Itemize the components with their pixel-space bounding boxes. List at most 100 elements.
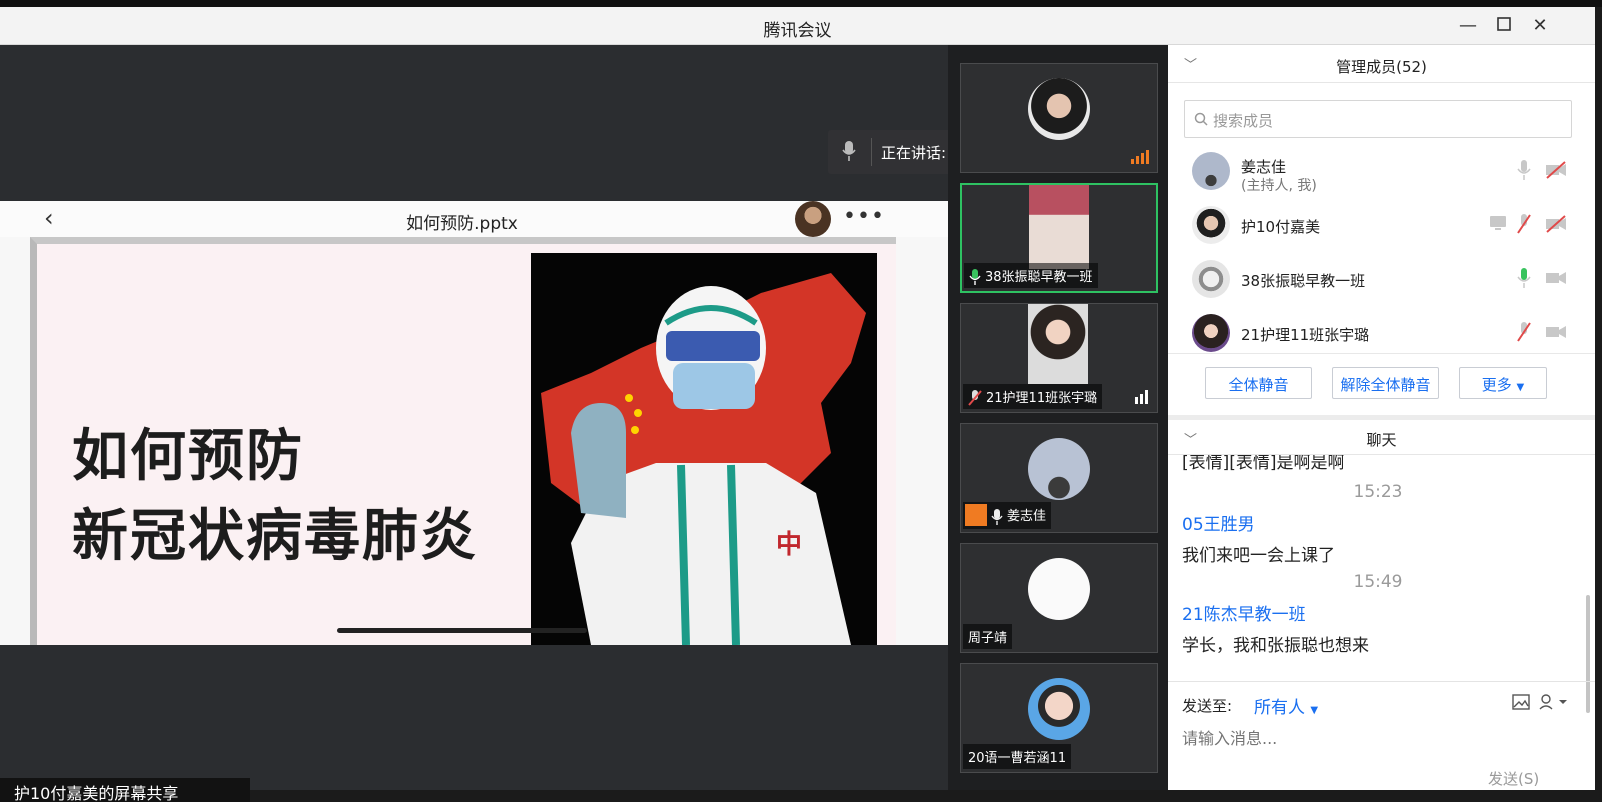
chat-header: ﹀ 聊天: [1168, 415, 1595, 455]
camera-icon[interactable]: [1545, 322, 1567, 342]
participant-name: 周子靖: [963, 624, 1013, 649]
slide-progress-bar[interactable]: [337, 628, 587, 633]
title-bar: 腾讯会议 — ✕: [0, 7, 1595, 45]
chat-messages: [表情][表情]是啊是啊 15:23 05王胜男 我们来吧一会上课了 15:49…: [1168, 455, 1595, 681]
participant-video: [1029, 185, 1089, 269]
members-header: ﹀ 管理成员(52): [1168, 45, 1595, 83]
participant-name-text: 姜志佳: [1007, 509, 1047, 524]
participant-avatar: [1028, 558, 1090, 620]
microphone-muted-icon[interactable]: [1517, 322, 1531, 342]
chat-compose: 发送至: 所有人 ▼ 发送(S): [1168, 681, 1595, 790]
minimize-button[interactable]: —: [1457, 15, 1479, 37]
microphone-icon[interactable]: [1517, 160, 1531, 180]
chat-message: 我们来吧一会上课了: [1182, 546, 1335, 566]
signal-strength-icon: [1131, 150, 1149, 164]
chat-sender: 21陈杰早教一班: [1182, 605, 1306, 625]
screen-share-area: ‹ 如何预防.pptx ••• 如何预防 新冠状病毒肺炎 中 正在讲话: 护10…: [0, 45, 1134, 802]
member-actions: 全体静音 解除全体静音 更多 ▼: [1168, 353, 1595, 413]
more-button[interactable]: 更多 ▼: [1459, 367, 1547, 399]
image-icon[interactable]: [1512, 694, 1530, 710]
participant-avatar: [1028, 678, 1090, 740]
chat-title: 聊天: [1366, 431, 1397, 449]
video-tile[interactable]: 周子靖: [960, 543, 1158, 653]
slide-heading-line1: 如何预防: [72, 424, 304, 489]
participant-name: 姜志佳: [963, 502, 1052, 529]
participant-name-text: 38张振聪早教一班: [985, 269, 1093, 285]
participant-name: 38张振聪早教一班: [964, 262, 1098, 288]
desktop-strip: [0, 0, 1602, 7]
presenter-avatar: [795, 201, 831, 237]
more-options-icon[interactable]: •••: [843, 204, 885, 229]
divider: [871, 138, 872, 166]
chat-timestamp: 15:49: [1353, 572, 1403, 592]
svg-text:中: 中: [776, 530, 802, 560]
participant-avatar: [1028, 78, 1090, 140]
participant-selector-icon[interactable]: [1539, 694, 1567, 710]
participant-avatar: [1028, 438, 1090, 500]
video-gallery: 38张振聪早教一班 21护理11班张宇璐 姜志佳 周子靖 20语一曹若涵11: [948, 45, 1168, 790]
video-tile[interactable]: [960, 63, 1158, 173]
screen-share-badge: 护10付嘉美的屏幕共享: [0, 778, 250, 802]
send-to-value: 所有人: [1254, 698, 1305, 718]
window-title: 腾讯会议: [763, 21, 832, 41]
maximize-icon: [1497, 17, 1511, 31]
participant-video: [1028, 304, 1088, 384]
member-row[interactable]: 38张振聪早教一班: [1168, 253, 1595, 307]
member-row[interactable]: 姜志佳 (主持人, 我): [1168, 145, 1595, 199]
more-button-label: 更多: [1481, 376, 1512, 394]
participant-name: 21护理11班张宇璐: [963, 383, 1103, 409]
chat-timestamp: 15:23: [1353, 482, 1403, 502]
video-tile[interactable]: 20语一曹若涵11: [960, 663, 1158, 773]
member-name: 38张振聪早教一班: [1241, 272, 1366, 290]
send-to-label: 发送至:: [1182, 697, 1233, 715]
microphone-icon: [842, 141, 856, 161]
chat-input[interactable]: [1182, 726, 1572, 750]
host-icon: [965, 504, 987, 526]
member-avatar: [1192, 152, 1230, 190]
slide-heading-line2: 新冠状病毒肺炎: [72, 504, 478, 569]
maximize-button[interactable]: [1493, 15, 1515, 37]
file-name: 如何预防.pptx: [406, 214, 518, 234]
chat-sender: 05王胜男: [1182, 515, 1255, 535]
microphone-muted-icon[interactable]: [1517, 214, 1531, 234]
search-placeholder: 搜索成员: [1213, 112, 1274, 130]
video-tile[interactable]: 21护理11班张宇璐: [960, 303, 1158, 413]
side-panel: ﹀ 管理成员(52) 搜索成员 姜志佳 (主持人, 我) 护10付嘉美 38张振…: [1168, 45, 1595, 790]
slide-toolbar: ‹ 如何预防.pptx •••: [0, 201, 948, 237]
signal-strength-icon: [1135, 390, 1148, 404]
unmute-all-button[interactable]: 解除全体静音: [1332, 367, 1439, 399]
microphone-on-icon[interactable]: [1517, 268, 1531, 288]
meeting-window: 腾讯会议 — ✕ ‹ 如何预防.pptx ••• 如何预防 新冠状病毒肺炎 中 …: [0, 7, 1595, 802]
dropdown-arrow-icon: ▼: [1310, 705, 1319, 716]
member-avatar: [1192, 314, 1230, 352]
send-to-select[interactable]: 所有人 ▼: [1254, 693, 1318, 718]
member-role: (主持人, 我): [1241, 178, 1317, 194]
video-tile-active-speaker[interactable]: 38张振聪早教一班: [960, 183, 1158, 293]
participant-name: 20语一曹若涵11: [963, 744, 1072, 769]
member-row[interactable]: 护10付嘉美: [1168, 199, 1595, 253]
member-name: 姜志佳: [1241, 158, 1287, 176]
member-search-box[interactable]: 搜索成员: [1184, 100, 1572, 138]
dropdown-arrow-icon: ▼: [1516, 382, 1525, 393]
chat-message: 学长，我和张振聪也想来: [1182, 636, 1369, 656]
camera-icon[interactable]: [1545, 268, 1567, 288]
microphone-on-icon: [969, 269, 981, 285]
mute-all-button[interactable]: 全体静音: [1205, 367, 1312, 399]
camera-off-icon[interactable]: [1545, 160, 1567, 180]
close-button[interactable]: ✕: [1529, 15, 1551, 37]
microphone-icon: [991, 508, 1003, 525]
send-button[interactable]: 发送(S): [1488, 768, 1539, 789]
members-title: 管理成员(52): [1336, 58, 1427, 76]
shared-slide: ‹ 如何预防.pptx ••• 如何预防 新冠状病毒肺炎 中: [0, 201, 948, 645]
member-avatar: [1192, 260, 1230, 298]
microphone-muted-icon: [968, 390, 982, 406]
protective-suit-illustration: 中: [531, 253, 877, 645]
member-name: 21护理11班张宇璐: [1241, 326, 1370, 344]
member-name: 护10付嘉美: [1241, 218, 1321, 236]
member-avatar: [1192, 206, 1230, 244]
video-tile[interactable]: 姜志佳: [960, 423, 1158, 533]
screen-share-icon: [1490, 216, 1506, 230]
camera-off-icon[interactable]: [1545, 214, 1567, 234]
slide-illustration: 中: [531, 253, 877, 645]
chat-message: [表情][表情]是啊是啊: [1182, 455, 1345, 473]
